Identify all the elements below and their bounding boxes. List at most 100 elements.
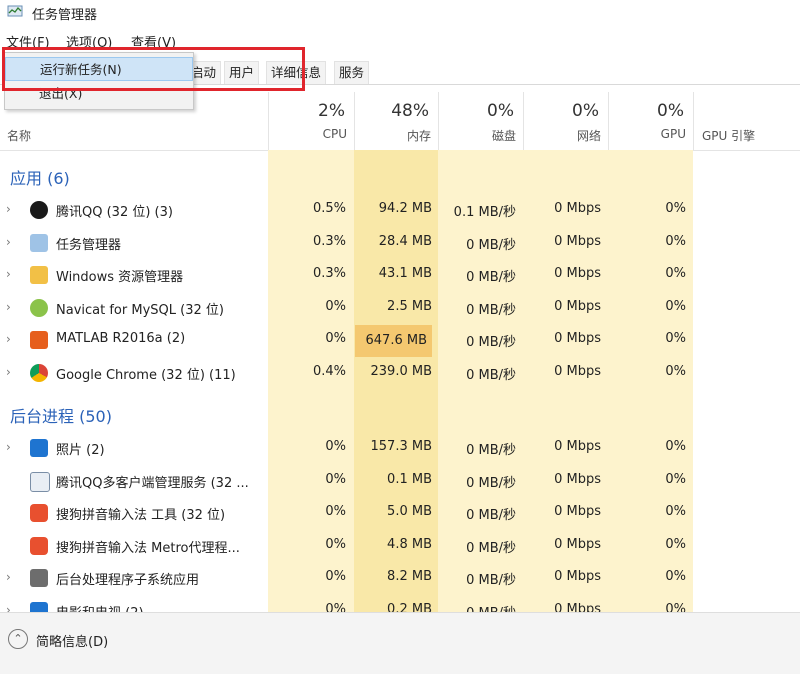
memory-value: 94.2 MB xyxy=(378,201,432,216)
chevron-right-icon[interactable]: › xyxy=(6,235,11,249)
process-row[interactable]: › Google Chrome (32 位) (11) 0.4% 239.0 MB 0 … xyxy=(0,358,800,390)
gpu-value: 0% xyxy=(665,439,686,454)
process-row[interactable]: › 任务管理器 0.3% 28.4 MB 0 MB/秒 0 Mbps 0% xyxy=(0,228,800,260)
process-name: MATLAB R2016a (2) xyxy=(56,331,186,346)
disk-value: 0 MB/秒 xyxy=(466,508,516,523)
process-name: 搜狗拼音输入法 工具 (32 位) xyxy=(56,508,226,523)
process-row[interactable]: › MATLAB R2016a (2) 0% 647.6 MB 0 MB/秒 0 Mbps… xyxy=(0,325,800,357)
column-cpu-header[interactable]: 2% CPU xyxy=(268,92,355,150)
process-row[interactable]: 搜狗拼音输入法 Metro代理程... 0% 4.8 MB 0 MB/秒 0 Mbps 0… xyxy=(0,531,800,563)
network-value: 0 Mbps xyxy=(554,601,601,613)
chevron-right-icon[interactable]: › xyxy=(6,300,11,314)
network-value: 0 Mbps xyxy=(554,298,601,314)
network-value: 0 Mbps xyxy=(554,536,601,552)
disk-value: 0 MB/秒 xyxy=(466,443,516,458)
cpu-value: 0% xyxy=(325,536,346,552)
memory-value: 0.2 MB xyxy=(387,601,432,613)
disk-value: 0.1 MB/秒 xyxy=(453,205,516,220)
chevron-right-icon[interactable]: › xyxy=(6,440,11,454)
cpu-value: 0.3% xyxy=(312,266,346,281)
process-row[interactable]: › Windows 资源管理器 0.3% 43.1 MB 0 MB/秒 0 Mbps 0% xyxy=(0,260,800,292)
cpu-total: 2% xyxy=(318,101,345,121)
memory-total: 48% xyxy=(391,101,429,121)
memory-value: 8.2 MB xyxy=(387,569,432,584)
chevron-right-icon[interactable]: › xyxy=(6,603,11,613)
chevron-right-icon[interactable]: › xyxy=(6,267,11,281)
gpu-value: 0% xyxy=(665,298,686,314)
column-network-header[interactable]: 0% 网络 xyxy=(523,92,609,150)
disk-value: 0 MB/秒 xyxy=(466,302,516,318)
movies-icon xyxy=(30,601,48,612)
process-row[interactable]: › Navicat for MySQL (32 位) 0% 2.5 MB 0 MB/秒 0… xyxy=(0,293,800,325)
process-row[interactable]: › 腾讯QQ (32 位) (3) 0.5% 94.2 MB 0.1 MB/秒 0 Mbp… xyxy=(0,195,800,227)
gpu-value: 0% xyxy=(665,569,686,584)
column-memory-header[interactable]: 48% 内存 xyxy=(354,92,439,150)
network-value: 0 Mbps xyxy=(554,233,601,249)
column-gpu-header[interactable]: 0% GPU xyxy=(608,92,694,150)
sogou-icon xyxy=(30,504,48,522)
process-name: 腾讯QQ多客户端管理服务 (32 ... xyxy=(56,475,249,491)
disk-value: 0 MB/秒 xyxy=(466,237,516,253)
column-gpu-engine-header[interactable]: GPU 引擎 xyxy=(693,92,800,150)
fewer-details-button[interactable]: 简略信息(D) xyxy=(36,631,108,650)
process-row[interactable]: › 照片 (2) 0% 157.3 MB 0 MB/秒 0 Mbps 0% xyxy=(0,433,800,465)
process-row[interactable]: 搜狗拼音输入法 工具 (32 位) 0% 5.0 MB 0 MB/秒 0 Mbps 0% xyxy=(0,498,800,530)
navicat-icon xyxy=(30,298,48,317)
memory-value: 43.1 MB xyxy=(378,266,432,281)
memory-value: 0.1 MB xyxy=(387,471,432,487)
process-name: 后台处理程序子系统应用 xyxy=(56,573,200,588)
disk-value: 0 MB/秒 xyxy=(466,475,516,491)
gpu-total: 0% xyxy=(657,101,684,121)
gpu-value: 0% xyxy=(665,471,686,487)
task-manager-icon xyxy=(30,233,48,252)
window-title: 任务管理器 xyxy=(32,8,98,23)
sogou-icon xyxy=(30,536,48,555)
process-row[interactable]: › 电影和电视 (2) 0% 0.2 MB 0 MB/秒 0 Mbps 0% xyxy=(0,596,800,613)
memory-value: 28.4 MB xyxy=(378,233,432,249)
cpu-value: 0% xyxy=(325,601,346,613)
process-row[interactable]: 腾讯QQ多客户端管理服务 (32 ... 0% 0.1 MB 0 MB/秒 0 Mbps… xyxy=(0,466,800,498)
cpu-value: 0.4% xyxy=(312,363,346,379)
network-label: 网络 xyxy=(576,129,601,143)
service-icon xyxy=(30,471,50,492)
chevron-right-icon[interactable]: › xyxy=(6,365,11,379)
tab-services[interactable]: 服务 xyxy=(334,61,370,84)
chevron-right-icon[interactable]: › xyxy=(6,570,11,584)
disk-value: 0 MB/秒 xyxy=(466,367,516,383)
disk-total: 0% xyxy=(487,101,514,121)
group-apps[interactable]: 应用 (6) xyxy=(10,165,70,189)
disk-value: 0 MB/秒 xyxy=(466,335,516,350)
printer-icon xyxy=(30,569,48,587)
memory-value: 5.0 MB xyxy=(387,504,432,519)
cpu-value: 0% xyxy=(325,569,346,584)
chevron-right-icon[interactable]: › xyxy=(6,332,11,346)
memory-value: 4.8 MB xyxy=(387,536,432,552)
matlab-icon xyxy=(30,331,48,349)
gpu-value: 0% xyxy=(665,504,686,519)
group-background[interactable]: 后台进程 (50) xyxy=(10,403,112,427)
title-bar: 任务管理器 xyxy=(0,0,800,26)
column-name-header[interactable]: 名称 xyxy=(7,127,31,144)
gpu-value: 0% xyxy=(665,266,686,281)
process-list: 应用 (6) › 腾讯QQ (32 位) (3) 0.5% 94.2 MB 0.1 MB… xyxy=(0,150,800,612)
network-value: 0 Mbps xyxy=(554,504,601,519)
cpu-value: 0% xyxy=(325,331,346,346)
network-value: 0 Mbps xyxy=(554,569,601,584)
disk-value: 0 MB/秒 xyxy=(466,573,516,588)
disk-value: 0 MB/秒 xyxy=(438,602,516,613)
network-value: 0 Mbps xyxy=(554,363,601,379)
photos-icon xyxy=(30,439,48,457)
network-value: 0 Mbps xyxy=(554,201,601,216)
column-disk-header[interactable]: 0% 磁盘 xyxy=(438,92,524,150)
process-row[interactable]: › 后台处理程序子系统应用 0% 8.2 MB 0 MB/秒 0 Mbps 0% xyxy=(0,563,800,595)
cpu-value: 0% xyxy=(325,504,346,519)
chevron-right-icon[interactable]: › xyxy=(6,202,11,216)
chevron-up-icon[interactable]: ⌃ xyxy=(8,629,28,649)
chrome-icon xyxy=(30,363,48,382)
process-name: Navicat for MySQL (32 位) xyxy=(56,302,224,318)
gpu-label: GPU xyxy=(660,127,686,141)
process-name: 任务管理器 xyxy=(56,237,122,253)
footer: ⌃ 简略信息(D) xyxy=(0,612,800,674)
disk-label: 磁盘 xyxy=(491,129,516,143)
process-name: Windows 资源管理器 xyxy=(56,270,184,285)
